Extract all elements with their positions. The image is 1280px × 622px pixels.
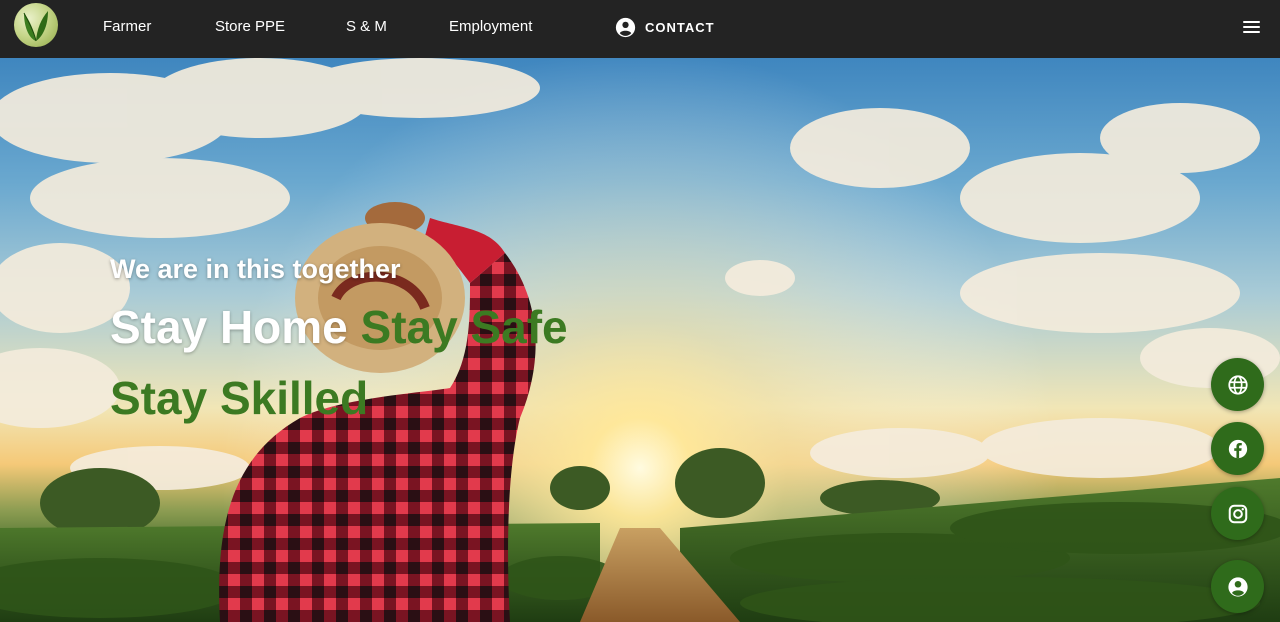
instagram-icon xyxy=(1228,504,1247,523)
nav-link-s-and-m[interactable]: S & M xyxy=(346,18,387,35)
account-button[interactable] xyxy=(1211,560,1264,613)
nav-link-employment[interactable]: Employment xyxy=(449,18,532,35)
headline-stay-home: Stay Home xyxy=(110,301,361,353)
headline-stay-safe: Stay Safe xyxy=(360,301,568,353)
hero-tagline: We are in this together xyxy=(110,254,401,284)
account-circle-icon xyxy=(615,17,636,37)
leaf-logo-icon[interactable] xyxy=(14,3,58,47)
hamburger-menu-icon[interactable] xyxy=(1242,19,1262,35)
contact-label: CONTACT xyxy=(645,19,715,35)
instagram-button[interactable] xyxy=(1211,487,1264,540)
website-button[interactable] xyxy=(1211,358,1264,411)
top-navbar: Farmer Store PPE S & M Employment CONTAC… xyxy=(0,0,1280,58)
facebook-icon xyxy=(1228,439,1247,458)
globe-icon xyxy=(1227,374,1248,395)
hero-headline-line-2: Stay Skilled xyxy=(110,372,369,424)
nav-link-store-ppe[interactable]: Store PPE xyxy=(215,18,285,35)
contact-button[interactable]: CONTACT xyxy=(615,16,715,38)
facebook-button[interactable] xyxy=(1211,422,1264,475)
hero-headline-line-1: Stay Home Stay Safe xyxy=(110,300,568,354)
account-icon xyxy=(1227,576,1248,597)
nav-link-farmer[interactable]: Farmer xyxy=(103,18,151,35)
hero-banner: We are in this together Stay Home Stay S… xyxy=(0,58,1280,622)
